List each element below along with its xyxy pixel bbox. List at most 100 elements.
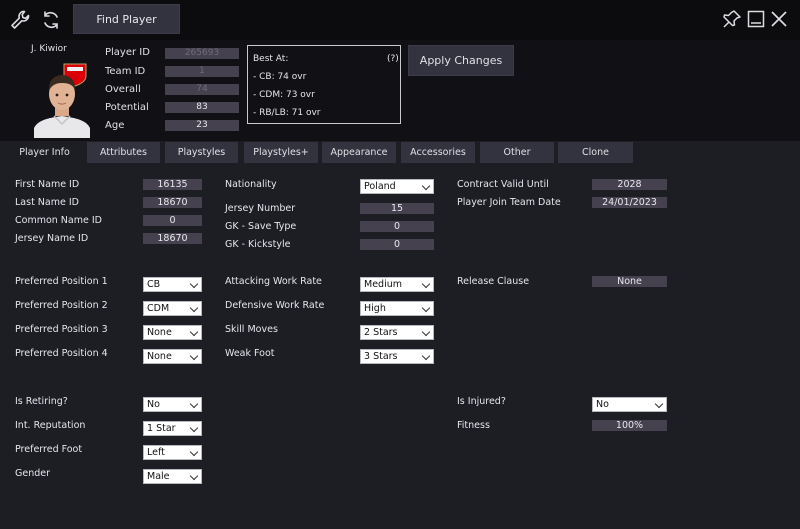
chevron-down-icon <box>421 279 431 289</box>
join-team-date-label: Player Join Team Date <box>457 197 561 208</box>
gk-kickstyle-label: GK - Kickstyle <box>225 239 291 250</box>
release-clause-field[interactable]: None <box>592 276 667 287</box>
tab-playstyles-plus[interactable]: Playstyles+ <box>244 142 318 163</box>
best-at-line: - CB: 74 ovr <box>253 72 307 82</box>
preferred-position-1-select[interactable]: CB <box>143 277 202 292</box>
pin-icon[interactable] <box>722 9 742 29</box>
gk-save-type-label: GK - Save Type <box>225 221 297 232</box>
join-team-date-field[interactable]: 24/01/2023 <box>592 197 667 208</box>
chevron-down-icon <box>189 399 199 409</box>
select-value: 3 Stars <box>364 351 398 362</box>
common-name-id-label: Common Name ID <box>15 215 102 226</box>
common-name-id-field[interactable]: 0 <box>143 215 202 226</box>
attacking-work-rate-label: Attacking Work Rate <box>225 276 322 287</box>
defensive-work-rate-label: Defensive Work Rate <box>225 300 325 311</box>
preferred-position-1-label: Preferred Position 1 <box>15 276 108 287</box>
select-value: 1 Star <box>147 423 176 434</box>
first-name-id-field[interactable]: 16135 <box>143 179 202 190</box>
tab-other[interactable]: Other <box>480 142 554 163</box>
fitness-label: Fitness <box>457 420 490 431</box>
gender-label: Gender <box>15 468 51 479</box>
age-label: Age <box>105 120 125 131</box>
last-name-id-field[interactable]: 18670 <box>143 197 202 208</box>
jersey-number-label: Jersey Number <box>225 203 296 214</box>
select-value: None <box>147 327 172 338</box>
tab-playstyles[interactable]: Playstyles <box>165 142 238 163</box>
gender-select[interactable]: Male <box>143 469 202 484</box>
refresh-icon[interactable] <box>40 9 62 31</box>
team-id-label: Team ID <box>105 66 146 77</box>
defensive-work-rate-select[interactable]: High <box>360 301 434 316</box>
select-value: CDM <box>147 303 170 314</box>
potential-value[interactable]: 83 <box>165 102 239 113</box>
close-icon[interactable] <box>770 10 788 28</box>
best-at-panel: Best At: (?) - CB: 74 ovr - CDM: 73 ovr … <box>247 45 401 124</box>
player-short-name: J. Kiwior <box>31 44 67 54</box>
best-at-line: - RB/LB: 71 ovr <box>253 108 321 118</box>
select-value: Male <box>147 471 170 482</box>
chevron-down-icon <box>189 351 199 361</box>
is-injured-select[interactable]: No <box>592 397 667 412</box>
chevron-down-icon <box>189 447 199 457</box>
select-value: No <box>147 399 160 410</box>
preferred-position-2-select[interactable]: CDM <box>143 301 202 316</box>
is-retiring-label: Is Retiring? <box>15 396 68 407</box>
tab-clone[interactable]: Clone <box>558 142 633 163</box>
nationality-label: Nationality <box>225 179 277 190</box>
is-retiring-select[interactable]: No <box>143 397 202 412</box>
preferred-position-2-label: Preferred Position 2 <box>15 300 108 311</box>
chevron-down-icon <box>654 399 664 409</box>
jersey-name-id-label: Jersey Name ID <box>15 233 89 244</box>
jersey-number-field[interactable]: 15 <box>360 203 434 214</box>
preferred-foot-label: Preferred Foot <box>15 444 83 455</box>
age-value[interactable]: 23 <box>165 120 239 131</box>
contract-valid-until-label: Contract Valid Until <box>457 179 549 190</box>
select-value: Poland <box>364 181 396 192</box>
overall-value[interactable]: 74 <box>165 84 239 95</box>
best-at-help-icon[interactable]: (?) <box>387 54 399 64</box>
potential-label: Potential <box>105 102 149 113</box>
fitness-field[interactable]: 100% <box>592 420 667 431</box>
select-value: No <box>596 399 609 410</box>
player-id-label: Player ID <box>105 47 150 58</box>
tab-appearance[interactable]: Appearance <box>322 142 396 163</box>
best-at-line: - CDM: 73 ovr <box>253 90 315 100</box>
select-value: Medium <box>364 279 402 290</box>
minimize-icon[interactable] <box>747 10 765 28</box>
weak-foot-label: Weak Foot <box>225 348 275 359</box>
find-player-button[interactable]: Find Player <box>73 4 180 34</box>
contract-valid-until-field[interactable]: 2028 <box>592 179 667 190</box>
weak-foot-select[interactable]: 3 Stars <box>360 349 434 364</box>
apply-changes-button[interactable]: Apply Changes <box>408 45 514 76</box>
jersey-name-id-field[interactable]: 18670 <box>143 233 202 244</box>
preferred-position-3-label: Preferred Position 3 <box>15 324 108 335</box>
wrench-icon[interactable] <box>9 9 31 31</box>
preferred-position-3-select[interactable]: None <box>143 325 202 340</box>
last-name-id-label: Last Name ID <box>15 197 79 208</box>
preferred-position-4-select[interactable]: None <box>143 349 202 364</box>
chevron-down-icon <box>421 351 431 361</box>
attacking-work-rate-select[interactable]: Medium <box>360 277 434 292</box>
preferred-foot-select[interactable]: Left <box>143 445 202 460</box>
release-clause-label: Release Clause <box>457 276 530 287</box>
chevron-down-icon <box>189 303 199 313</box>
select-value: CB <box>147 279 161 290</box>
int-reputation-label: Int. Reputation <box>15 420 86 431</box>
int-reputation-select[interactable]: 1 Star <box>143 421 202 436</box>
first-name-id-label: First Name ID <box>15 179 80 190</box>
chevron-down-icon <box>189 423 199 433</box>
skill-moves-label: Skill Moves <box>225 324 278 335</box>
preferred-position-4-label: Preferred Position 4 <box>15 348 108 359</box>
select-value: Left <box>147 447 165 458</box>
nationality-select[interactable]: Poland <box>360 179 434 194</box>
tab-attributes[interactable]: Attributes <box>87 142 160 163</box>
tab-player-info[interactable]: Player Info <box>9 142 80 163</box>
tab-accessories[interactable]: Accessories <box>401 142 475 163</box>
skill-moves-select[interactable]: 2 Stars <box>360 325 434 340</box>
gk-save-type-field[interactable]: 0 <box>360 221 434 232</box>
player-id-value[interactable]: 265693 <box>165 48 239 59</box>
gk-kickstyle-field[interactable]: 0 <box>360 239 434 250</box>
team-id-value[interactable]: 1 <box>165 66 239 77</box>
best-at-title: Best At: <box>253 54 289 64</box>
chevron-down-icon <box>189 471 199 481</box>
